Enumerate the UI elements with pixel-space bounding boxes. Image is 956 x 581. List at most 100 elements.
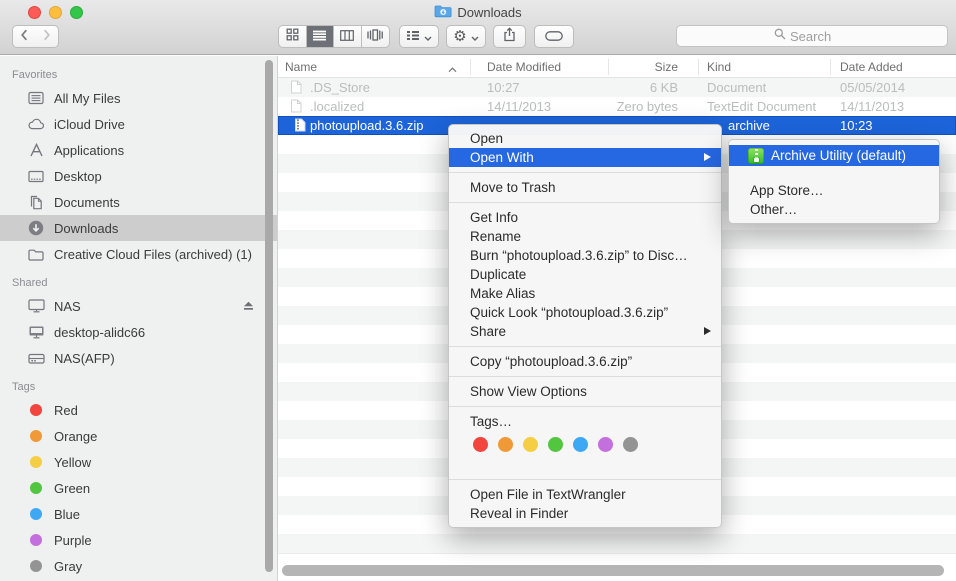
file-date-added: 05/05/2014 xyxy=(840,80,905,95)
icon-view-button[interactable] xyxy=(279,26,307,47)
column-header-size[interactable]: Size xyxy=(578,60,678,74)
red-tag-icon xyxy=(30,404,42,416)
action-button[interactable]: ⚙ xyxy=(446,25,486,48)
chevron-down-icon xyxy=(424,28,432,46)
column-header-date-added[interactable]: Date Added xyxy=(840,60,903,74)
yellow-tag-icon xyxy=(30,456,42,468)
orange-tag-dot[interactable] xyxy=(498,437,513,452)
menu-item-tags[interactable]: Tags… xyxy=(449,412,721,431)
menu-item-make-alias[interactable]: Make Alias xyxy=(449,284,721,303)
desktop-icon xyxy=(27,170,45,183)
forward-button[interactable] xyxy=(35,25,59,48)
menu-item-burn[interactable]: Burn “photoupload.3.6.zip” to Disc… xyxy=(449,246,721,265)
search-field[interactable] xyxy=(676,25,948,47)
arrange-button[interactable] xyxy=(399,25,439,48)
sidebar-item-tag-orange[interactable]: Orange xyxy=(0,423,277,449)
window-title: Downloads xyxy=(0,4,956,20)
sidebar-item-tag-green[interactable]: Green xyxy=(0,475,277,501)
sidebar-item-tag-purple[interactable]: Purple xyxy=(0,527,277,553)
sidebar-item-label: Gray xyxy=(54,559,82,574)
sidebar-item-desktop[interactable]: Desktop xyxy=(0,163,277,189)
column-divider[interactable] xyxy=(830,59,831,75)
downloads-folder-icon xyxy=(434,4,452,21)
column-view-button[interactable] xyxy=(334,26,362,47)
sidebar-item-label: Orange xyxy=(54,429,97,444)
sidebar-item-label: Applications xyxy=(54,143,124,158)
sidebar-item-all-my-files[interactable]: All My Files xyxy=(0,85,277,111)
list-header: Name Date Modified Size Kind Date Added xyxy=(278,56,956,78)
chevron-down-icon xyxy=(471,28,479,46)
yellow-tag-dot[interactable] xyxy=(523,437,538,452)
eject-icon[interactable] xyxy=(242,299,255,314)
sidebar-item-tag-blue[interactable]: Blue xyxy=(0,501,277,527)
submenu-item-app-store[interactable]: App Store… xyxy=(729,181,939,200)
sidebar-item-icloud-drive[interactable]: iCloud Drive xyxy=(0,111,277,137)
sidebar-item-label: All My Files xyxy=(54,91,120,106)
menu-item-open[interactable]: Open xyxy=(449,129,721,148)
menu-item-open-in-textwrangler[interactable]: Open File in TextWrangler xyxy=(449,485,721,504)
tags-button[interactable] xyxy=(534,25,574,48)
chevron-left-icon xyxy=(20,28,28,46)
window-header: Downloads ⚙ xyxy=(0,0,956,55)
file-kind: Document xyxy=(707,80,766,95)
sidebar-item-nas[interactable]: NAS xyxy=(0,293,277,319)
sidebar-item-label: Desktop xyxy=(54,169,102,184)
menu-separator xyxy=(449,479,721,480)
menu-item-open-with[interactable]: Open With xyxy=(449,148,721,167)
column-header-kind[interactable]: Kind xyxy=(707,60,731,74)
file-name: photoupload.3.6.zip xyxy=(310,118,423,133)
orange-tag-icon xyxy=(30,430,42,442)
sidebar-item-tag-yellow[interactable]: Yellow xyxy=(0,449,277,475)
red-tag-dot[interactable] xyxy=(473,437,488,452)
sidebar-item-tag-gray[interactable]: Gray xyxy=(0,553,277,579)
back-button[interactable] xyxy=(12,25,36,48)
sidebar-item-documents[interactable]: Documents xyxy=(0,189,277,215)
sidebar-item-nas-afp[interactable]: NAS(AFP) xyxy=(0,345,277,371)
green-tag-dot[interactable] xyxy=(548,437,563,452)
menu-item-show-view-options[interactable]: Show View Options xyxy=(449,382,721,401)
grid-view-icon xyxy=(286,28,299,46)
table-row[interactable]: .localized 14/11/2013 Zero bytes TextEdi… xyxy=(278,97,956,116)
file-kind: TextEdit Document xyxy=(707,99,816,114)
sidebar-scrollbar[interactable] xyxy=(265,60,273,572)
menu-item-move-to-trash[interactable]: Move to Trash xyxy=(449,178,721,197)
file-modified: 10:27 xyxy=(487,80,520,95)
blue-tag-dot[interactable] xyxy=(573,437,588,452)
menu-item-copy[interactable]: Copy “photoupload.3.6.zip” xyxy=(449,352,721,371)
purple-tag-dot[interactable] xyxy=(598,437,613,452)
sidebar-item-creative-cloud-files[interactable]: Creative Cloud Files (archived) (1) xyxy=(0,241,277,267)
table-row[interactable]: .DS_Store 10:27 6 KB Document 05/05/2014 xyxy=(278,78,956,97)
coverflow-view-button[interactable] xyxy=(362,26,389,47)
sidebar-item-tag-red[interactable]: Red xyxy=(0,397,277,423)
share-button[interactable] xyxy=(493,25,526,48)
menu-item-reveal-in-finder[interactable]: Reveal in Finder xyxy=(449,504,721,523)
menu-item-share[interactable]: Share xyxy=(449,322,721,341)
downloads-icon xyxy=(27,220,45,236)
list-view-button[interactable] xyxy=(307,26,335,47)
submenu-item-archive-utility[interactable]: Archive Utility (default) xyxy=(729,145,939,166)
sidebar-item-downloads[interactable]: Downloads xyxy=(0,215,277,241)
column-header-date-modified[interactable]: Date Modified xyxy=(487,60,561,74)
gray-tag-dot[interactable] xyxy=(623,437,638,452)
menu-item-rename[interactable]: Rename xyxy=(449,227,721,246)
stack-icon xyxy=(27,91,45,105)
sidebar-item-desktop-alidc66[interactable]: desktop-alidc66 xyxy=(0,319,277,345)
column-divider[interactable] xyxy=(470,59,471,75)
sidebar-item-applications[interactable]: Applications xyxy=(0,137,277,163)
submenu-item-other[interactable]: Other… xyxy=(729,200,939,219)
list-view-icon xyxy=(313,28,326,46)
sidebar-item-label: Downloads xyxy=(54,221,118,236)
column-header-name[interactable]: Name xyxy=(285,60,317,74)
tag-icon xyxy=(545,28,563,46)
zip-file-icon xyxy=(294,118,306,135)
menu-item-quick-look[interactable]: Quick Look “photoupload.3.6.zip” xyxy=(449,303,721,322)
menu-item-duplicate[interactable]: Duplicate xyxy=(449,265,721,284)
horizontal-scrollbar[interactable] xyxy=(282,565,944,576)
menu-item-get-info[interactable]: Get Info xyxy=(449,208,721,227)
search-input[interactable] xyxy=(790,29,850,44)
open-with-submenu: Archive Utility (default) App Store… Oth… xyxy=(728,139,940,224)
menu-spacer xyxy=(449,462,721,474)
sidebar-item-label: desktop-alidc66 xyxy=(54,325,145,340)
server-icon xyxy=(27,352,45,365)
column-divider[interactable] xyxy=(698,59,699,75)
